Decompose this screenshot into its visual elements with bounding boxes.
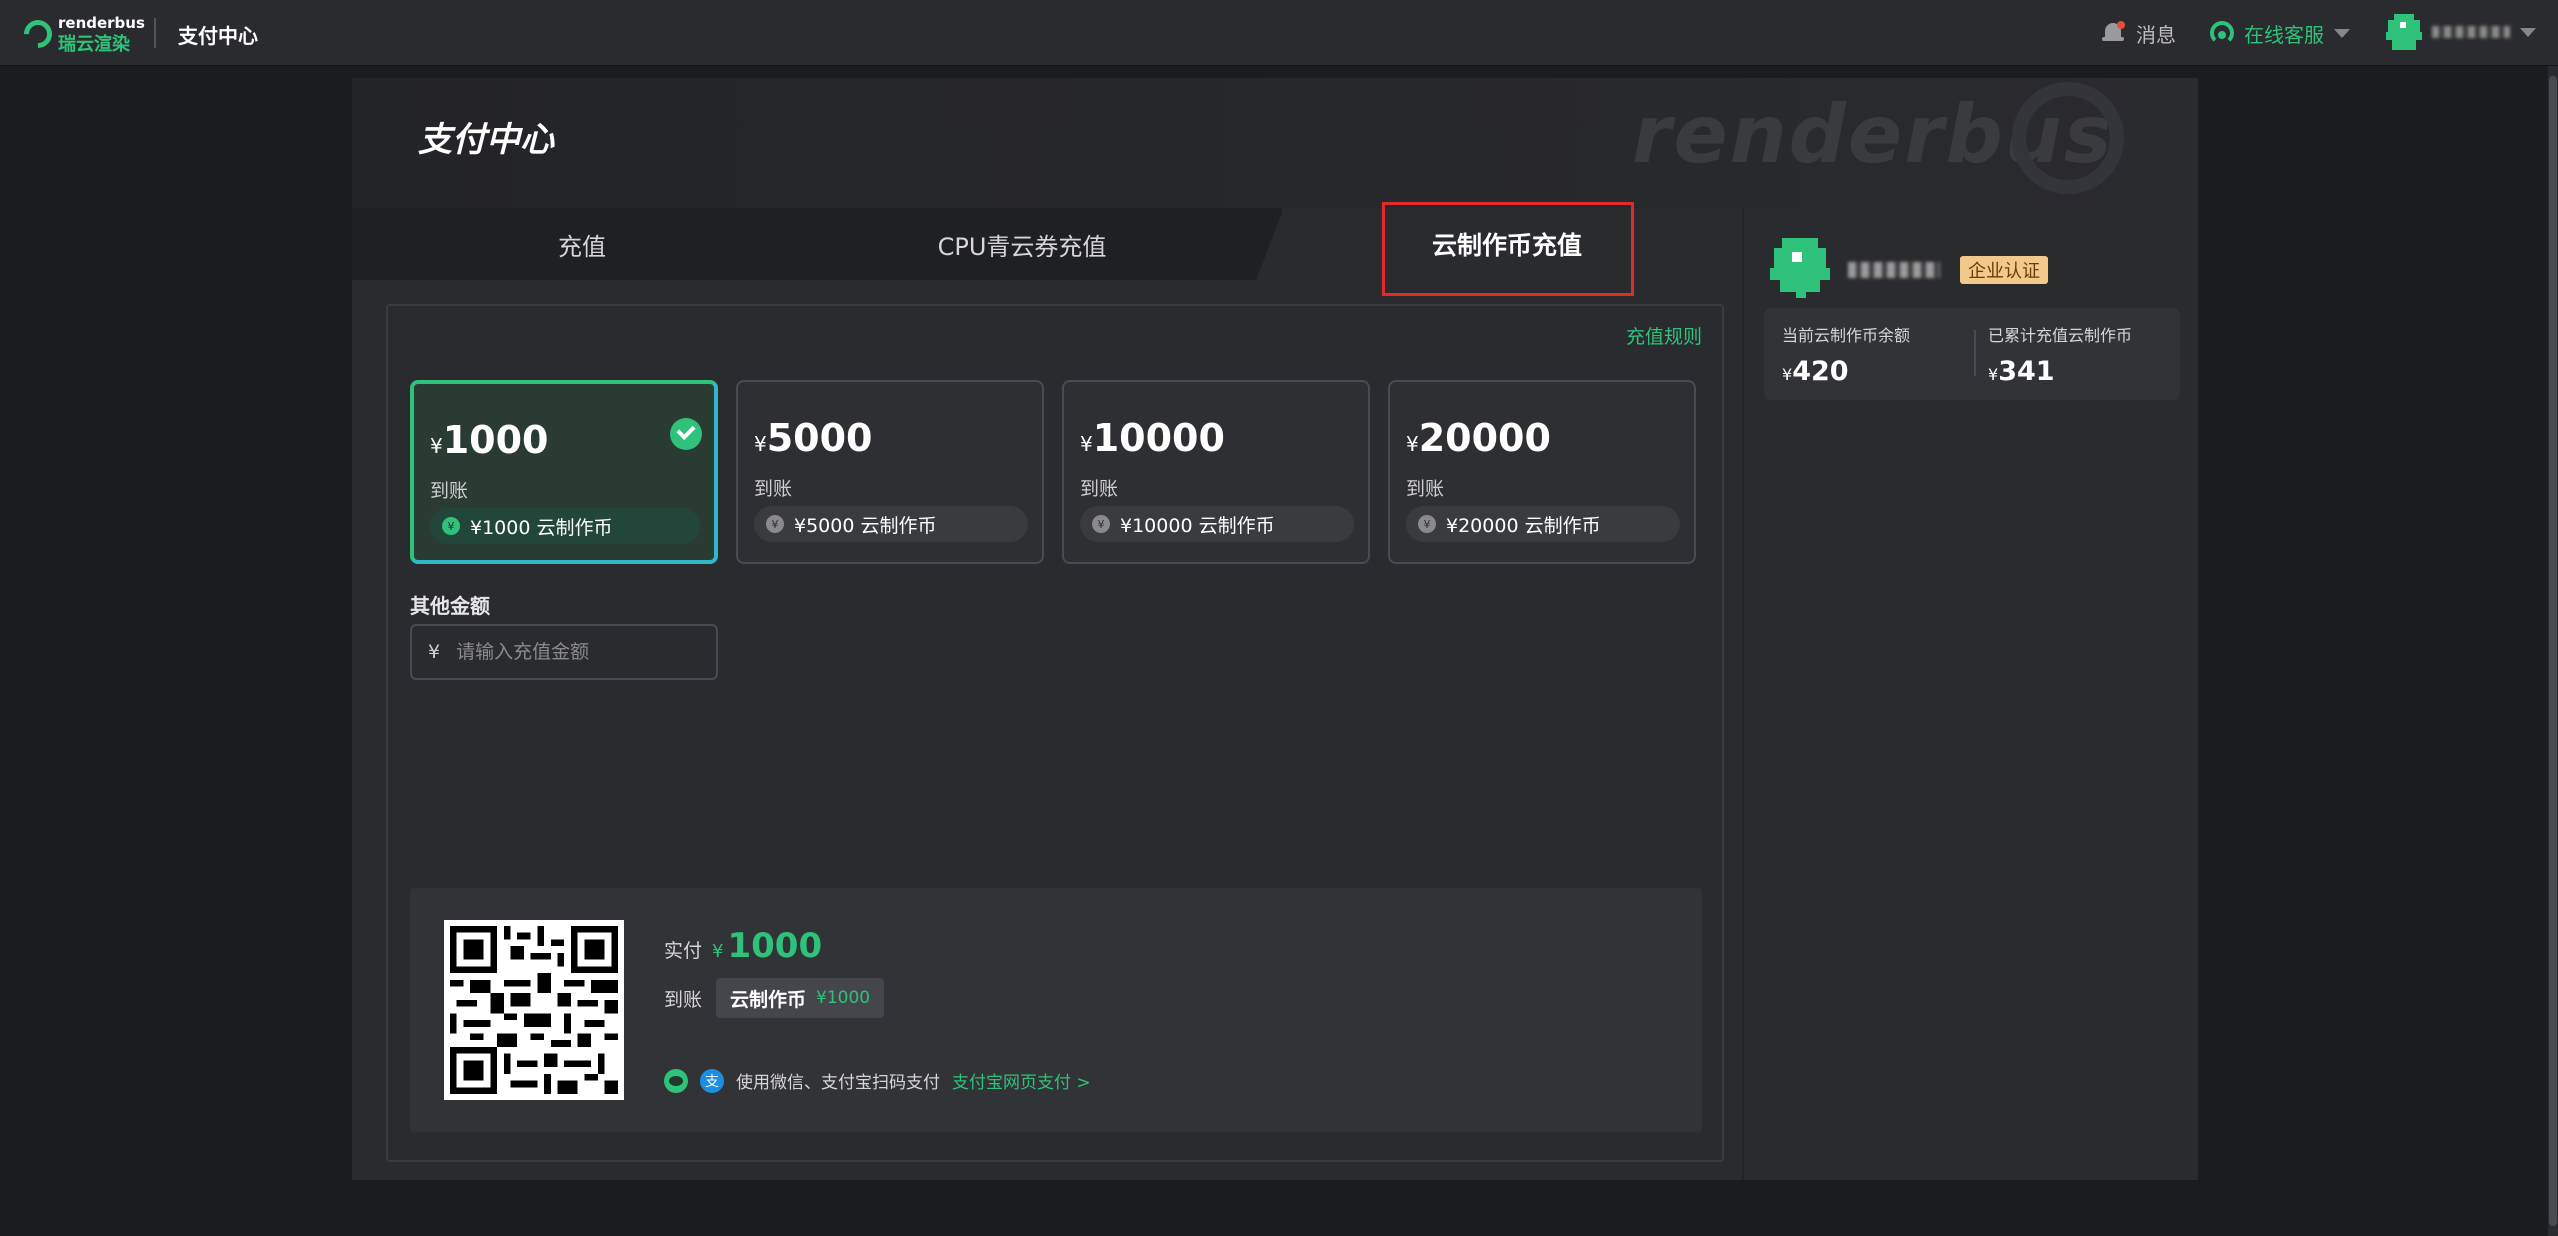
coin-icon: ¥ bbox=[1418, 515, 1436, 533]
account-name-blurred bbox=[1848, 262, 1940, 278]
highlight-box bbox=[1382, 202, 1634, 296]
username-blurred bbox=[2432, 26, 2510, 38]
check-icon bbox=[670, 418, 702, 450]
topbar-divider bbox=[154, 18, 156, 48]
payment-box: 实付 ¥ 1000 到账 云制作币 ¥1000 支 使用微信、支付宝扫码支付 支… bbox=[410, 888, 1702, 1132]
amount-card-1000[interactable]: ¥1000 到账 ¥ ¥1000 云制作币 bbox=[410, 380, 718, 564]
arrive-tag: 云制作币 ¥1000 bbox=[716, 978, 885, 1018]
amount-card-5000[interactable]: ¥5000 到账 ¥ ¥5000 云制作币 bbox=[736, 380, 1044, 564]
tab-recharge[interactable]: 充值 bbox=[352, 208, 812, 280]
card-coin-text: ¥20000 云制作币 bbox=[1446, 514, 1601, 537]
card-coin-text: ¥1000 云制作币 bbox=[470, 516, 613, 539]
alipay-icon: 支 bbox=[700, 1068, 724, 1093]
payment-methods: 支 使用微信、支付宝扫码支付 支付宝网页支付 > bbox=[664, 1068, 1091, 1093]
total-recharged-value: ¥341 bbox=[1988, 356, 2055, 387]
avatar bbox=[2386, 14, 2422, 50]
current-balance-value: ¥420 bbox=[1782, 356, 1849, 387]
other-amount-label: 其他金额 bbox=[410, 594, 490, 618]
card-coin-bar: ¥ ¥10000 云制作币 bbox=[1080, 506, 1354, 542]
messages-button[interactable]: 消息 bbox=[2102, 18, 2176, 48]
payment-arrive: 到账 云制作币 ¥1000 bbox=[664, 978, 885, 1018]
total-recharged-label: 已累计充值云制作币 bbox=[1988, 326, 2133, 345]
card-arrive-label: 到账 bbox=[1406, 478, 1445, 500]
current-balance-label: 当前云制作币余额 bbox=[1782, 326, 1911, 345]
card-amount: ¥10000 bbox=[1080, 416, 1225, 460]
watermark-logo-icon bbox=[2012, 82, 2124, 194]
current-balance: 当前云制作币余额 ¥420 bbox=[1782, 322, 1910, 387]
recharge-content: 充值规则 ¥1000 到账 ¥ ¥1000 云制作币 ¥5000 到账 ¥ ¥5… bbox=[386, 304, 1724, 1162]
card-amount: ¥1000 bbox=[430, 418, 549, 462]
amount-card-20000[interactable]: ¥20000 到账 ¥ ¥20000 云制作币 bbox=[1388, 380, 1696, 564]
account-panel: 企业认证 当前云制作币余额 ¥420 已累计充值云制作币 ¥341 bbox=[1742, 208, 2198, 1180]
actual-label: 实付 bbox=[664, 940, 703, 962]
coin-icon: ¥ bbox=[766, 515, 784, 533]
page-header: 支付中心 renderbus bbox=[352, 78, 2198, 208]
card-coin-bar: ¥ ¥5000 云制作币 bbox=[754, 506, 1028, 542]
actual-yen: ¥ bbox=[712, 941, 724, 962]
card-coin-bar: ¥ ¥20000 云制作币 bbox=[1406, 506, 1680, 542]
balance-divider bbox=[1974, 330, 1976, 376]
avatar bbox=[1770, 238, 1830, 298]
logo-text-cn: 瑞云渲染 bbox=[58, 34, 130, 55]
arrive-item: 云制作币 bbox=[730, 988, 807, 1011]
headset-icon bbox=[2210, 21, 2234, 45]
other-amount-input[interactable] bbox=[456, 641, 697, 663]
card-coin-text: ¥5000 云制作币 bbox=[794, 514, 937, 537]
logo-mark-icon bbox=[18, 14, 58, 54]
chevron-down-icon bbox=[2520, 27, 2536, 37]
bell-icon bbox=[2102, 21, 2125, 45]
actual-amount: 1000 bbox=[727, 926, 823, 966]
topbar-title: 支付中心 bbox=[178, 24, 258, 48]
notification-dot bbox=[2117, 21, 2125, 29]
payment-methods-text: 使用微信、支付宝扫码支付 bbox=[736, 1073, 940, 1093]
card-arrive-label: 到账 bbox=[1080, 478, 1119, 500]
user-menu[interactable] bbox=[2386, 14, 2536, 50]
card-arrive-label: 到账 bbox=[754, 478, 793, 500]
total-recharged: 已累计充值云制作币 ¥341 bbox=[1988, 322, 2132, 387]
card-arrive-label: 到账 bbox=[430, 480, 469, 502]
card-coin-bar: ¥ ¥1000 云制作币 bbox=[430, 508, 700, 544]
payment-actual: 实付 ¥ 1000 bbox=[664, 926, 822, 966]
top-navigation-bar: renderbus 瑞云渲染 支付中心 消息 在线客服 bbox=[0, 0, 2558, 66]
alipay-web-pay-link[interactable]: 支付宝网页支付 > bbox=[952, 1068, 1091, 1093]
balance-box: 当前云制作币余额 ¥420 已累计充值云制作币 ¥341 bbox=[1764, 308, 2180, 400]
enterprise-badge: 企业认证 bbox=[1960, 256, 2048, 284]
coin-icon: ¥ bbox=[442, 517, 460, 535]
wechat-icon bbox=[664, 1068, 688, 1093]
card-amount: ¥5000 bbox=[754, 416, 873, 460]
card-coin-text: ¥10000 云制作币 bbox=[1120, 514, 1275, 537]
page-title: 支付中心 bbox=[418, 120, 554, 160]
recharge-panel: 充值 CPU青云券充值 云制作币充值 充值规则 ¥1000 到账 ¥ ¥1000… bbox=[352, 202, 1742, 1180]
coin-icon: ¥ bbox=[1092, 515, 1110, 533]
other-amount-field[interactable]: ¥ bbox=[410, 624, 718, 680]
payment-qr-code[interactable] bbox=[444, 920, 624, 1100]
scrollbar[interactable] bbox=[2549, 76, 2557, 1226]
card-amount: ¥20000 bbox=[1406, 416, 1551, 460]
arrive-amount: ¥1000 bbox=[816, 988, 871, 1008]
arrive-label: 到账 bbox=[664, 988, 703, 1011]
chevron-down-icon bbox=[2334, 28, 2350, 38]
tab-cpu-voucher[interactable]: CPU青云券充值 bbox=[812, 208, 1232, 280]
online-service-label: 在线客服 bbox=[2244, 22, 2324, 47]
currency-symbol: ¥ bbox=[428, 641, 441, 663]
renderbus-logo[interactable]: renderbus 瑞云渲染 bbox=[18, 14, 145, 55]
online-service-button[interactable]: 在线客服 bbox=[2210, 18, 2350, 48]
recharge-rules-link[interactable]: 充值规则 bbox=[1626, 322, 1702, 349]
amount-card-10000[interactable]: ¥10000 到账 ¥ ¥10000 云制作币 bbox=[1062, 380, 1370, 564]
tab-active-shape bbox=[1256, 208, 1284, 280]
messages-label: 消息 bbox=[2136, 22, 2176, 47]
recharge-tabs: 充值 CPU青云券充值 云制作币充值 bbox=[352, 202, 1742, 296]
